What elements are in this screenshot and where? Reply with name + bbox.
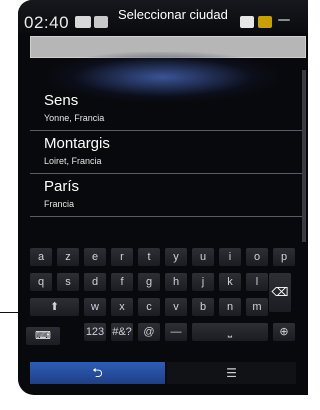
back-button[interactable]: ⮌	[30, 362, 165, 384]
key[interactable]: n	[219, 298, 241, 316]
key[interactable]: z	[57, 248, 79, 266]
backspace-key[interactable]: ⌫	[269, 273, 291, 312]
bottom-bar: ⮌ ☰	[30, 362, 296, 384]
key[interactable]: j	[192, 273, 214, 291]
key[interactable]: g	[138, 273, 160, 291]
screen: 02:40 Seleccionar ciudad Sens Yonne, Fra…	[18, 0, 308, 395]
key[interactable]: a	[30, 248, 52, 266]
media-icon	[75, 16, 91, 28]
key[interactable]: v	[165, 298, 187, 316]
key[interactable]: w	[84, 298, 106, 316]
city-region: Francia	[44, 199, 75, 209]
city-name: Montargis	[44, 135, 110, 152]
city-name: París	[44, 178, 80, 195]
scrollbar[interactable]	[302, 70, 306, 242]
key[interactable]: t	[138, 248, 160, 266]
warning-icon	[258, 16, 272, 28]
more-icon[interactable]	[278, 19, 290, 21]
key[interactable]: o	[246, 248, 268, 266]
symbols-key[interactable]: #&?	[111, 323, 133, 341]
key[interactable]: f	[111, 273, 133, 291]
key[interactable]: r	[111, 248, 133, 266]
key[interactable]: c	[138, 298, 160, 316]
list-item[interactable]: París Francia	[30, 174, 302, 217]
key[interactable]: k	[219, 273, 241, 291]
page-title: Seleccionar ciudad	[118, 7, 228, 22]
key[interactable]: e	[84, 248, 106, 266]
key[interactable]: x	[111, 298, 133, 316]
key[interactable]: y	[165, 248, 187, 266]
status-bar: 02:40 Seleccionar ciudad	[18, 0, 308, 33]
key[interactable]: l	[246, 273, 268, 291]
city-name: Sens	[44, 92, 79, 109]
list-item[interactable]: Montargis Loiret, Francia	[30, 131, 302, 174]
key[interactable]: p	[273, 248, 295, 266]
phone-icon	[94, 16, 108, 28]
space-key[interactable]: ⎵	[192, 323, 268, 341]
list-item[interactable]: Sens Yonne, Francia	[30, 88, 302, 131]
key[interactable]: s	[57, 273, 79, 291]
shift-key[interactable]: ⬆	[30, 298, 79, 316]
key[interactable]: b	[192, 298, 214, 316]
menu-button[interactable]: ☰	[167, 362, 296, 384]
key[interactable]: d	[84, 273, 106, 291]
key[interactable]: q	[30, 273, 52, 291]
key[interactable]: u	[192, 248, 214, 266]
numbers-key[interactable]: 123	[84, 323, 106, 341]
key[interactable]: i	[219, 248, 241, 266]
at-key[interactable]: @	[138, 323, 160, 341]
key[interactable]: h	[165, 273, 187, 291]
key[interactable]: m	[246, 298, 268, 316]
clock: 02:40	[24, 13, 70, 32]
city-list: Sens Yonne, Francia Montargis Loiret, Fr…	[30, 88, 302, 217]
city-region: Loiret, Francia	[44, 156, 102, 166]
bluetooth-icon	[240, 16, 254, 28]
dash-key[interactable]: —	[165, 323, 187, 341]
globe-icon[interactable]: ⊕	[273, 323, 295, 341]
city-region: Yonne, Francia	[44, 113, 105, 123]
keyboard-icon[interactable]: ⌨	[26, 327, 60, 345]
